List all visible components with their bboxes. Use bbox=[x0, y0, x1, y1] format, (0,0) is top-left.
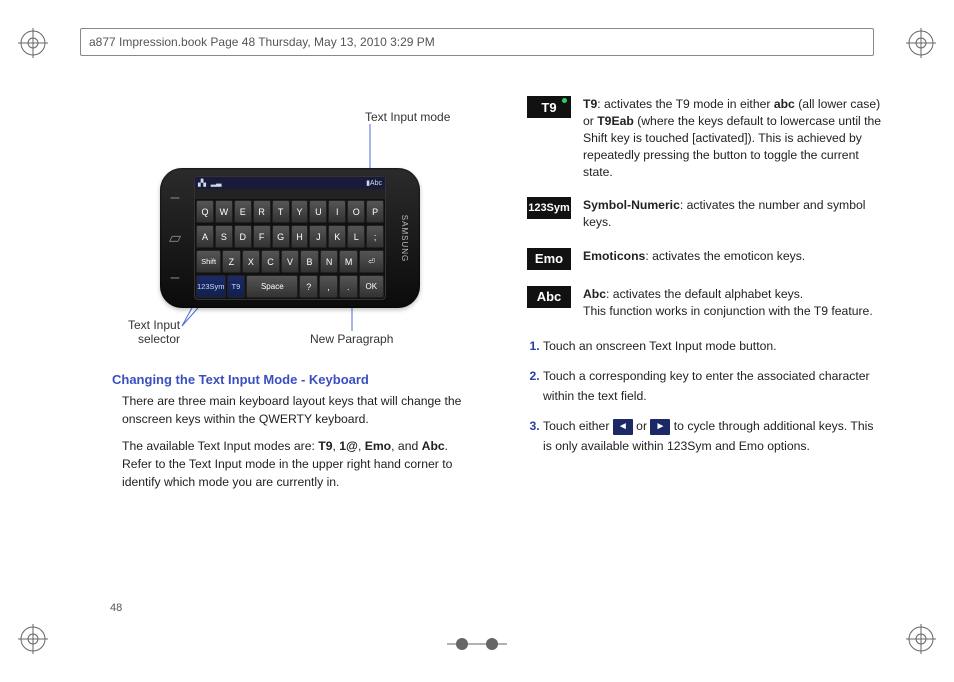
page-number: 48 bbox=[110, 602, 122, 614]
cropmark-bottom-right bbox=[906, 624, 936, 654]
left-column: Text Input mode Text Input selector New … bbox=[110, 96, 479, 612]
key-period: . bbox=[339, 275, 358, 298]
print-header: a877 Impression.book Page 48 Thursday, M… bbox=[80, 28, 874, 56]
abc-icon: Abc bbox=[527, 286, 571, 308]
key-b: B bbox=[300, 250, 319, 273]
key-row-3: Shift Z X C V B N M ⏎ bbox=[195, 249, 385, 274]
key-row-4: 123Sym T9 Space ? , . OK bbox=[195, 274, 385, 299]
callout-text-input-mode: Text Input mode bbox=[365, 110, 450, 124]
key-x: X bbox=[242, 250, 261, 273]
mode-t9: T9 T9: activates the T9 mode in either a… bbox=[515, 96, 884, 181]
mode-t9-text: T9: activates the T9 mode in either abc … bbox=[583, 96, 884, 181]
key-d: D bbox=[234, 225, 252, 248]
key-semicolon: ; bbox=[366, 225, 384, 248]
key-v: V bbox=[281, 250, 300, 273]
callout-text-input-selector: Text Input selector bbox=[128, 318, 180, 346]
para-intro: There are three main keyboard layout key… bbox=[122, 393, 479, 428]
key-y: Y bbox=[291, 200, 309, 223]
emo-icon: Emo bbox=[527, 248, 571, 270]
mode-abc: Abc Abc: activates the default alphabet … bbox=[515, 286, 884, 320]
mode-sym: 123Sym Symbol-Numeric: activates the num… bbox=[515, 197, 884, 231]
step-3: Touch either ◄ or ► to cycle through add… bbox=[543, 416, 884, 456]
key-t9: T9 bbox=[227, 275, 246, 298]
key-ok: OK bbox=[359, 275, 384, 298]
text-field bbox=[195, 189, 385, 199]
cropmark-top-left bbox=[18, 28, 48, 58]
section-heading: Changing the Text Input Mode - Keyboard bbox=[112, 372, 479, 387]
cropmark-top-right bbox=[906, 28, 936, 58]
key-t: T bbox=[272, 200, 290, 223]
key-w: W bbox=[215, 200, 233, 223]
phone-screen: ▞▖ ▂▃ ▮Abc Q W E R T Y U I bbox=[194, 176, 386, 300]
key-n: N bbox=[320, 250, 339, 273]
key-123sym: 123Sym bbox=[196, 275, 226, 298]
figure-phone-keyboard: Text Input mode Text Input selector New … bbox=[110, 96, 479, 346]
key-row-2: A S D F G H J K L ; bbox=[195, 224, 385, 249]
key-m: M bbox=[339, 250, 358, 273]
key-o: O bbox=[347, 200, 365, 223]
cropmark-bottom-left bbox=[18, 624, 48, 654]
key-c: C bbox=[261, 250, 280, 273]
key-row-1: Q W E R T Y U I O P bbox=[195, 199, 385, 224]
phone-illustration: –▱– SAMSUNG ▞▖ ▂▃ ▮Abc Q W E R bbox=[160, 168, 420, 308]
key-z: Z bbox=[222, 250, 241, 273]
arrow-left-icon: ◄ bbox=[613, 419, 633, 435]
key-l: L bbox=[347, 225, 365, 248]
status-bar: ▞▖ ▂▃ ▮Abc bbox=[195, 177, 385, 189]
key-a: A bbox=[196, 225, 214, 248]
key-q: Q bbox=[196, 200, 214, 223]
step-2: Touch a corresponding key to enter the a… bbox=[543, 366, 884, 406]
t9-icon: T9 bbox=[527, 96, 571, 118]
arrow-right-icon: ► bbox=[650, 419, 670, 435]
key-j: J bbox=[309, 225, 327, 248]
para-modes: The available Text Input modes are: T9, … bbox=[122, 438, 479, 491]
key-e: E bbox=[234, 200, 252, 223]
key-question: ? bbox=[299, 275, 318, 298]
key-g: G bbox=[272, 225, 290, 248]
page-body: Text Input mode Text Input selector New … bbox=[110, 96, 884, 612]
mode-sym-text: Symbol-Numeric: activates the number and… bbox=[583, 197, 884, 231]
key-u: U bbox=[309, 200, 327, 223]
cropmark-bottom-mid bbox=[447, 634, 507, 654]
key-r: R bbox=[253, 200, 271, 223]
key-comma: , bbox=[319, 275, 338, 298]
key-h: H bbox=[291, 225, 309, 248]
key-i: I bbox=[328, 200, 346, 223]
key-k: K bbox=[328, 225, 346, 248]
key-space: Space bbox=[246, 275, 298, 298]
key-shift: Shift bbox=[196, 250, 221, 273]
steps-list: Touch an onscreen Text Input mode button… bbox=[515, 336, 884, 457]
right-column: T9 T9: activates the T9 mode in either a… bbox=[515, 96, 884, 612]
phone-right-side: SAMSUNG bbox=[390, 178, 420, 298]
mode-emo: Emo Emoticons: activates the emoticon ke… bbox=[515, 248, 884, 270]
key-f: F bbox=[253, 225, 271, 248]
key-p: P bbox=[366, 200, 384, 223]
sym-icon: 123Sym bbox=[527, 197, 571, 219]
mode-abc-text: Abc: activates the default alphabet keys… bbox=[583, 286, 884, 320]
mode-emo-text: Emoticons: activates the emoticon keys. bbox=[583, 248, 884, 270]
phone-left-buttons: –▱– bbox=[160, 178, 190, 298]
callout-new-paragraph: New Paragraph bbox=[310, 332, 393, 346]
print-header-text: a877 Impression.book Page 48 Thursday, M… bbox=[89, 35, 435, 49]
key-s: S bbox=[215, 225, 233, 248]
key-return: ⏎ bbox=[359, 250, 384, 273]
step-1: Touch an onscreen Text Input mode button… bbox=[543, 336, 884, 356]
